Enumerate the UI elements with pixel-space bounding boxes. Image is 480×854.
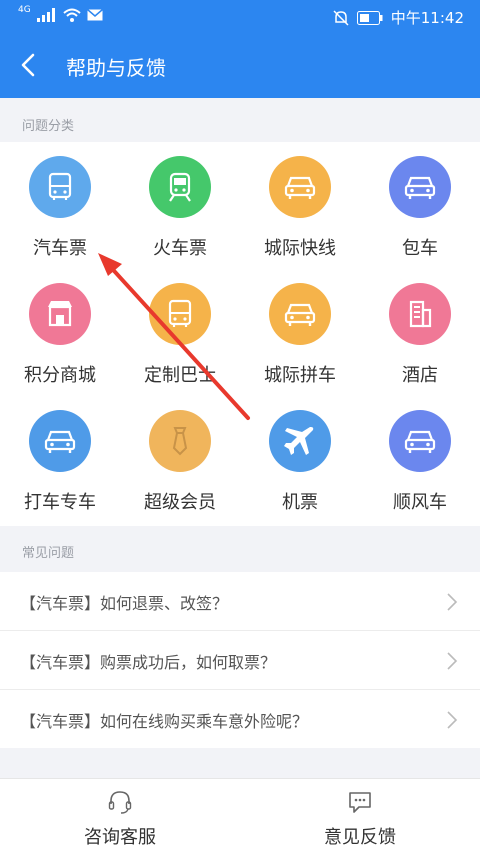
category-label: 超级会员: [144, 492, 216, 513]
category-item[interactable]: 顺风车: [360, 396, 480, 522]
category-label: 积分商城: [24, 365, 96, 386]
faq-item-text: 【汽车票】如何在线购买乘车意外险呢？: [20, 712, 309, 731]
faq-list: 【汽车票】如何退票、改签？ 【汽车票】购票成功后，如何取票？ 【汽车票】如何在线…: [0, 572, 480, 748]
network-label: 4G: [18, 5, 31, 15]
back-arrow-icon[interactable]: [14, 50, 44, 80]
category-label: 打车专车: [24, 492, 96, 513]
faq-item[interactable]: 【汽车票】购票成功后，如何取票？: [0, 631, 480, 690]
chevron-right-icon: [447, 652, 458, 670]
app-header: 帮助与反馈: [0, 34, 480, 98]
faq-section-label: 常见问题: [22, 546, 75, 561]
battery-icon: [356, 10, 383, 25]
category-label: 酒店: [402, 365, 438, 386]
category-item[interactable]: 城际拼车: [240, 269, 360, 395]
car-icon: [29, 410, 91, 472]
shop-icon: [29, 283, 91, 345]
category-item[interactable]: 汽车票: [0, 142, 120, 268]
categories-section-label: 问题分类: [22, 119, 75, 134]
category-item[interactable]: 定制巴士: [120, 269, 240, 395]
category-label: 城际快线: [264, 238, 336, 259]
category-item[interactable]: 机票: [240, 396, 360, 522]
category-label: 城际拼车: [264, 365, 336, 386]
page-title: 帮助与反馈: [66, 56, 166, 80]
category-item[interactable]: 火车票: [120, 142, 240, 268]
feedback-label: 意见反馈: [324, 827, 396, 848]
category-item[interactable]: 城际快线: [240, 142, 360, 268]
faq-item-text: 【汽车票】购票成功后，如何取票？: [20, 653, 277, 672]
tie-icon: [149, 410, 211, 472]
category-label: 顺风车: [393, 492, 447, 513]
category-item[interactable]: 打车专车: [0, 396, 120, 522]
bus-icon: [149, 283, 211, 345]
category-item[interactable]: 酒店: [360, 269, 480, 395]
category-label: 包车: [402, 238, 438, 259]
customer-service-button[interactable]: 咨询客服: [0, 779, 240, 854]
category-label: 火车票: [153, 238, 207, 259]
clock: 中午11:42: [390, 9, 464, 27]
car-icon: [269, 283, 331, 345]
customer-service-label: 咨询客服: [84, 827, 156, 848]
category-label: 机票: [282, 492, 318, 513]
category-item[interactable]: 超级会员: [120, 396, 240, 522]
mail-icon: [86, 9, 103, 21]
chevron-right-icon: [447, 711, 458, 729]
chevron-right-icon: [447, 593, 458, 611]
bus-icon: [29, 156, 91, 218]
mute-icon: [333, 9, 349, 26]
signal-icon: [36, 8, 55, 22]
bottom-bar: 咨询客服 意见反馈: [0, 778, 480, 854]
wifi-icon: [63, 8, 81, 22]
chat-bubble-icon: [349, 792, 371, 813]
category-grid: 汽车票 火车票 城际快线 包车积分商城 定制巴士 城际拼车 酒店打车专车 超级会员 机票 顺风车: [0, 142, 480, 526]
category-item[interactable]: 积分商城: [0, 269, 120, 395]
headset-icon: [108, 791, 132, 814]
car-icon: [269, 156, 331, 218]
category-item[interactable]: 包车: [360, 142, 480, 268]
car-icon: [389, 410, 451, 472]
plane-icon: [269, 410, 331, 472]
faq-item[interactable]: 【汽车票】如何在线购买乘车意外险呢？: [0, 690, 480, 748]
category-label: 定制巴士: [144, 365, 216, 386]
train-icon: [149, 156, 211, 218]
faq-item-text: 【汽车票】如何退票、改签？: [20, 594, 229, 613]
status-bar: 4G 中午11:42: [0, 0, 480, 34]
hotel-icon: [389, 283, 451, 345]
car-icon: [389, 156, 451, 218]
faq-item[interactable]: 【汽车票】如何退票、改签？: [0, 572, 480, 631]
feedback-button[interactable]: 意见反馈: [240, 779, 480, 854]
category-label: 汽车票: [33, 238, 87, 259]
